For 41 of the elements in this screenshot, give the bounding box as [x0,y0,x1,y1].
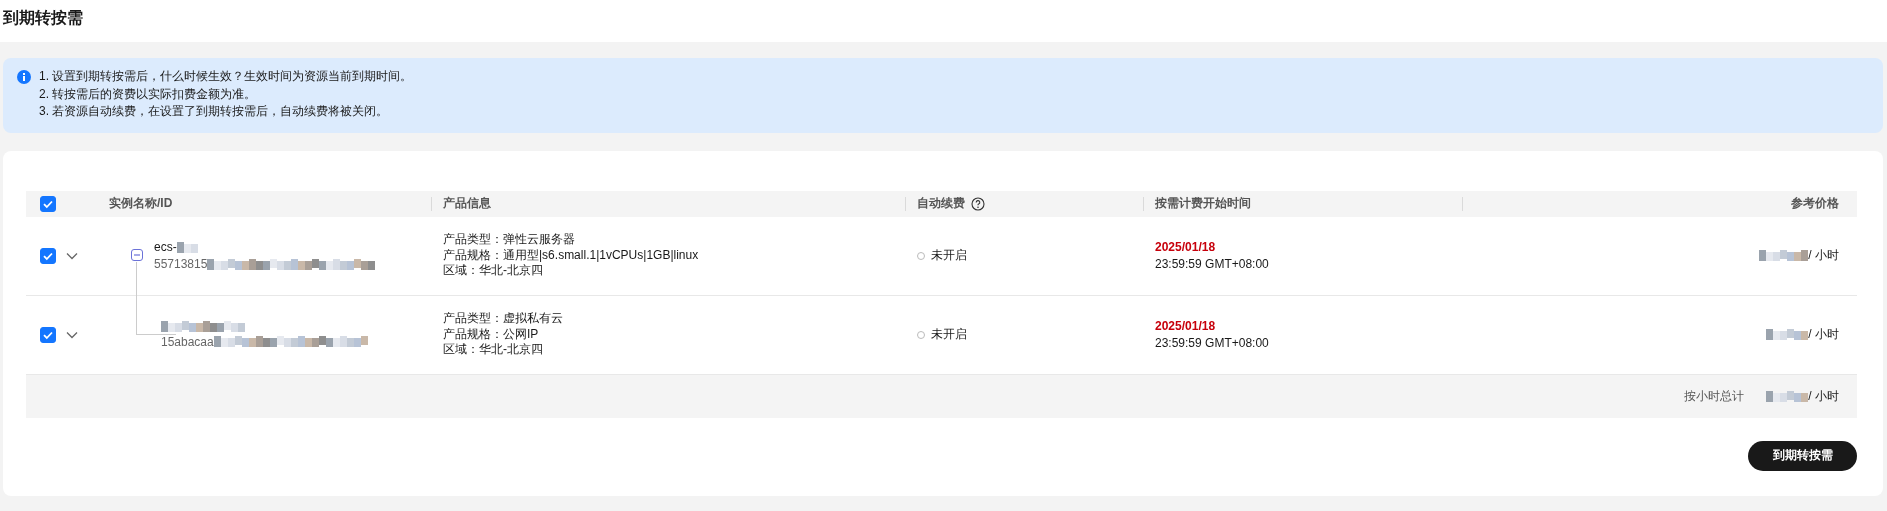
start-date: 2025/01/18 [1155,317,1217,335]
start-time: 23:59:59 GMT+08:00 [1155,334,1270,352]
blurred-text [176,241,198,253]
product-info-text: 区域：华北-北京四 [443,342,544,358]
instance-id: 15abacaa [161,334,214,349]
chevron-down-icon[interactable] [66,251,78,260]
blurred-text [1759,250,1809,261]
product-info-text: 产品类型：弹性云服务器 [443,232,576,248]
column-header: 实例名称/ID [109,195,173,212]
info-icon [17,70,31,84]
checkbox[interactable] [40,195,56,212]
checkbox[interactable] [40,247,56,264]
chevron-down-icon[interactable] [66,330,78,339]
status-text: 未开启 [931,326,967,343]
blurred-text [1766,329,1809,340]
notice-text: 1. 设置到期转按需后，什么时候生效？生效时间为资源当前到期时间。 [39,68,413,85]
checkbox[interactable] [40,326,56,343]
product-info-text: 区域：华北-北京四 [443,263,544,279]
column-header: 产品信息 [443,195,491,212]
status-text: 未开启 [931,247,967,264]
page-title: 到期转按需 [3,8,84,28]
product-info-text: 产品类型：虚拟私有云 [443,311,564,327]
product-info-text: 产品规格：公网IP [443,326,540,343]
help-icon[interactable] [971,196,985,211]
total-label: 按小时总计 [1684,387,1745,405]
start-date: 2025/01/18 [1155,238,1217,256]
notice-text: 3. 若资源自动续费，在设置了到期转按需后，自动续费将被关闭。 [39,103,390,120]
instance-id: 55713815 [154,257,208,271]
column-header: 自动续费 [917,195,965,212]
column-header: 按需计费开始时间 [1155,195,1251,212]
notice-text: 2. 转按需后的资费以实际扣费金额为准。 [39,85,258,103]
start-time: 23:59:59 GMT+08:00 [1155,255,1270,273]
tree-toggle[interactable] [131,248,143,261]
column-header: 参考价格 [1791,195,1839,212]
price-text: / 小时 [1808,247,1839,264]
price-text: / 小时 [1808,326,1839,343]
product-info-text: 产品规格：通用型|s6.small.1|1vCPUs|1GB|linux [443,247,700,264]
blurred-text [1766,390,1809,402]
instance-name: ecs- [154,240,177,254]
total-price: / 小时 [1808,387,1839,405]
convert-button[interactable]: 到期转按需 [1748,440,1857,471]
